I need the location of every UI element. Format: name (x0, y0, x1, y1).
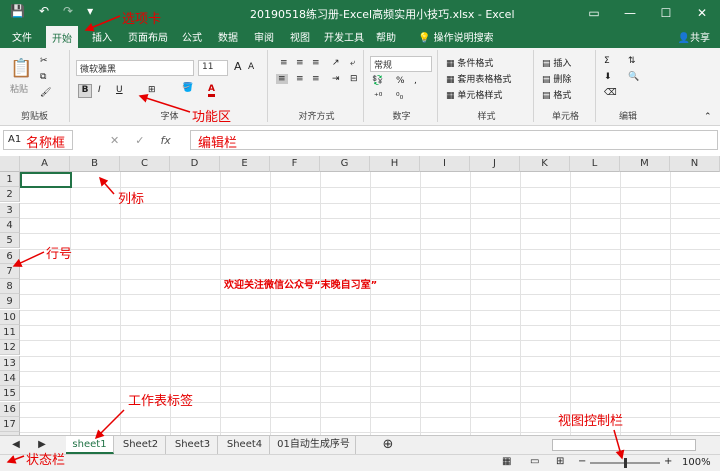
arrow-viewcontrol (613, 429, 625, 460)
arrow-ribbon (138, 93, 191, 113)
arrow-column (99, 176, 115, 195)
arrow-tabs (84, 15, 121, 32)
arrow-row (12, 251, 45, 267)
arrow-statusbar (6, 455, 25, 464)
annotation-arrows (6, 15, 625, 464)
arrow-sheettab (94, 409, 125, 440)
